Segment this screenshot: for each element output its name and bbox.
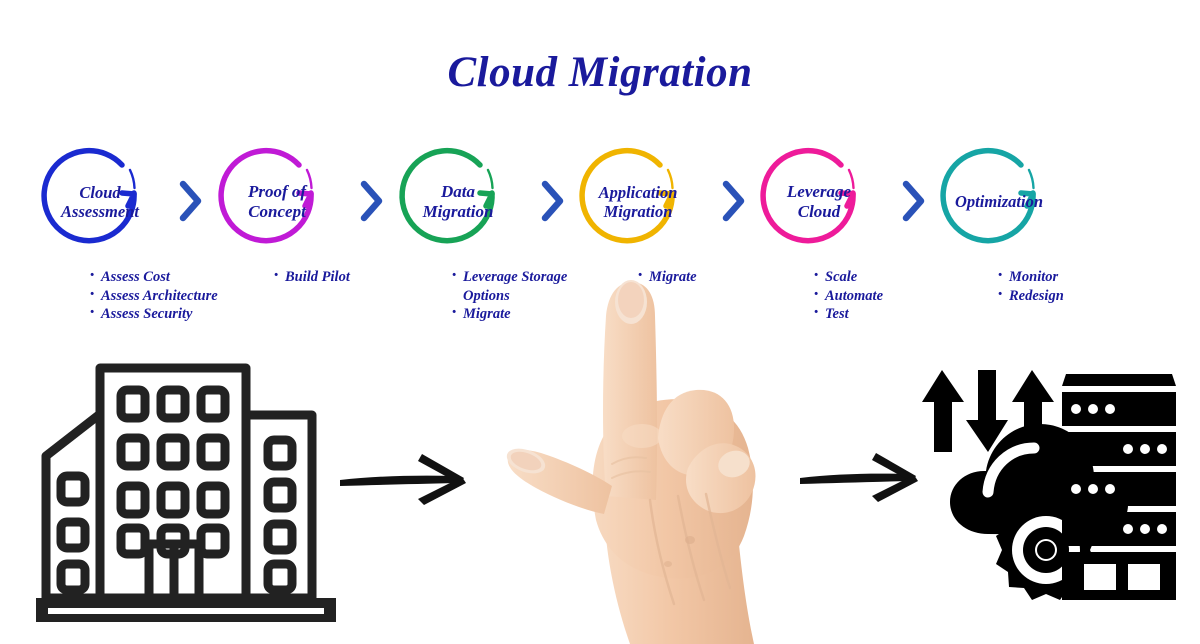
chevron-right-icon-5 [897, 178, 929, 224]
cloud-server-transfer-icon [916, 356, 1176, 618]
ring-arrow-icon [579, 147, 675, 244]
chevron-right-icon-3 [536, 178, 568, 224]
stage-node-optimization[interactable]: Optimization [940, 147, 1053, 256]
bullet-list-proof-of-concept: Build Pilot [272, 266, 402, 287]
arrow-right-icon-left [336, 448, 476, 510]
ring-arrow-icon [41, 147, 137, 244]
ring-arrow-icon [940, 147, 1036, 244]
page-title: Cloud Migration [447, 49, 753, 96]
chevron-right-icon-4 [717, 178, 749, 224]
ring-arrow-icon [399, 147, 495, 244]
office-building-icon [36, 352, 336, 624]
stage-node-data-migration[interactable]: Data Migration [399, 147, 512, 256]
bullet-item: Scale [812, 266, 932, 287]
diagram-canvas: Cloud Migration Cloud Assessment Proof of… [0, 0, 1200, 644]
bullet-list-optimization: Monitor Redesign [996, 266, 1116, 306]
bullet-item: Test [812, 303, 932, 324]
bullet-list-leverage-cloud: Scale Automate Test [812, 266, 932, 324]
pointing-hand-icon [492, 268, 792, 644]
stage-node-cloud-assessment[interactable]: Cloud Assessment [41, 147, 154, 256]
bullet-item: Assess Security [88, 303, 260, 324]
ring-arrow-icon [218, 147, 314, 244]
stage-node-leverage-cloud[interactable]: Leverage Cloud [760, 147, 873, 256]
chevron-right-icon-1 [174, 178, 206, 224]
bullet-list-cloud-assessment: Assess Cost Assess Architecture Assess S… [88, 266, 260, 324]
bullet-item: Automate [812, 285, 932, 306]
ring-arrow-icon [760, 147, 856, 244]
arrow-right-icon-right [796, 448, 926, 506]
bullet-item: Assess Cost [88, 266, 260, 287]
chevron-right-icon-2 [355, 178, 387, 224]
stage-node-application-migration[interactable]: Application Migration [579, 147, 692, 256]
bullet-item: Redesign [996, 285, 1116, 306]
bullet-item: Build Pilot [272, 266, 402, 287]
bullet-item: Monitor [996, 266, 1116, 287]
stage-node-proof-of-concept[interactable]: Proof of Concept [218, 147, 331, 256]
bullet-item: Assess Architecture [88, 285, 260, 306]
